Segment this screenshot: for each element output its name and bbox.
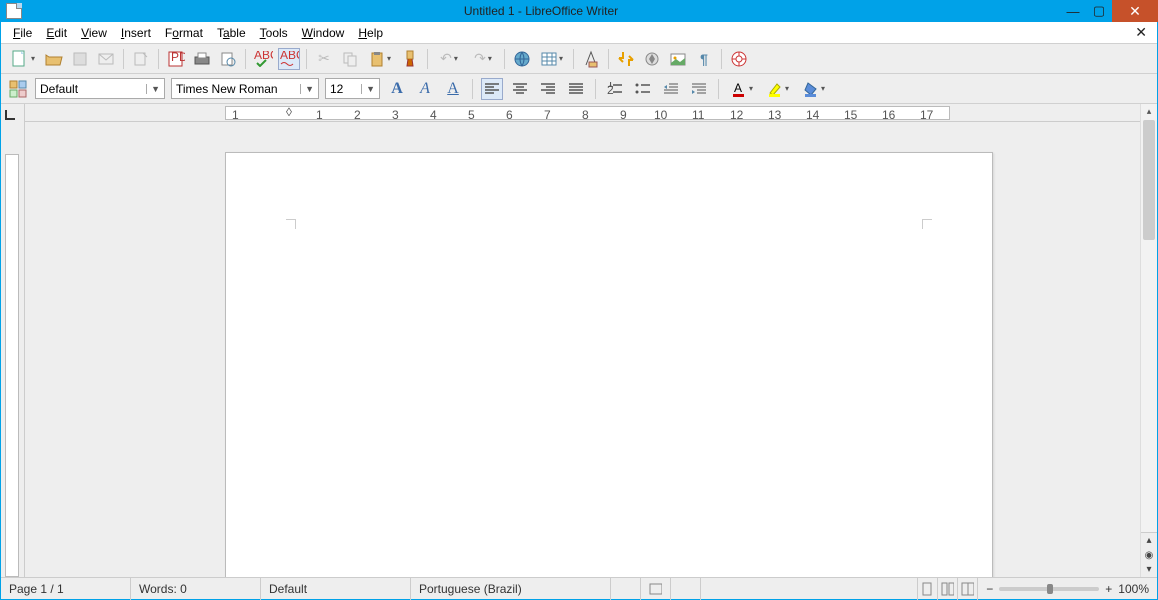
format-paintbrush-button[interactable] — [399, 48, 421, 70]
copy-button[interactable] — [339, 48, 361, 70]
zoom-in-button[interactable]: + — [1105, 582, 1112, 596]
menu-tools[interactable]: Tools — [254, 23, 294, 43]
horizontal-ruler[interactable]: 1 ◊ 1 2 3 4 5 6 7 8 9 10 11 12 1 — [25, 104, 1140, 122]
align-center-button[interactable] — [509, 78, 531, 100]
view-book-button[interactable] — [958, 578, 978, 600]
window-title: Untitled 1 - LibreOffice Writer — [22, 4, 1060, 18]
background-color-button[interactable]: ▾ — [799, 78, 829, 100]
scrollbar-thumb[interactable] — [1143, 120, 1155, 240]
margin-marker-icon — [922, 219, 932, 229]
font-name-value: Times New Roman — [176, 82, 278, 96]
export-pdf-button[interactable]: PDF — [165, 48, 187, 70]
decrease-indent-button[interactable] — [660, 78, 682, 100]
menu-help[interactable]: Help — [352, 23, 389, 43]
bold-button[interactable]: A — [386, 78, 408, 100]
svg-text:ABC: ABC — [280, 51, 299, 62]
find-replace-button[interactable] — [615, 48, 637, 70]
hyperlink-button[interactable] — [511, 48, 533, 70]
paragraph-style-combo[interactable]: Default▼ — [35, 78, 165, 99]
auto-spellcheck-button[interactable]: ABC — [278, 48, 300, 70]
new-button[interactable]: ▾ — [7, 48, 39, 70]
navigator-button[interactable] — [641, 48, 663, 70]
status-words[interactable]: Words: 0 — [131, 578, 261, 600]
status-page[interactable]: Page 1 / 1 — [1, 578, 131, 600]
menu-edit[interactable]: Edit — [40, 23, 73, 43]
menu-table[interactable]: Table — [211, 23, 252, 43]
font-color-button[interactable]: A▾ — [727, 78, 757, 100]
numbered-list-button[interactable]: 12 — [604, 78, 626, 100]
redo-button[interactable]: ↷▾ — [468, 48, 498, 70]
menu-format[interactable]: Format — [159, 23, 209, 43]
view-single-page-button[interactable] — [918, 578, 938, 600]
titlebar: Untitled 1 - LibreOffice Writer — ▢ ✕ — [0, 0, 1158, 22]
margin-marker-icon — [286, 219, 296, 229]
align-justify-button[interactable] — [565, 78, 587, 100]
tab-marker-icon — [5, 110, 15, 120]
show-draw-functions-button[interactable] — [580, 48, 602, 70]
menu-view[interactable]: View — [75, 23, 113, 43]
menu-insert[interactable]: Insert — [115, 23, 157, 43]
highlight-button[interactable]: ▾ — [763, 78, 793, 100]
view-multi-page-button[interactable] — [938, 578, 958, 600]
scroll-up-icon[interactable]: ▴ — [1141, 104, 1157, 119]
status-insert-mode[interactable] — [611, 578, 641, 600]
zoom-value[interactable]: 100% — [1118, 582, 1149, 596]
italic-button[interactable]: A — [414, 78, 436, 100]
status-empty — [701, 578, 918, 600]
spellcheck-button[interactable]: ABC — [252, 48, 274, 70]
vertical-ruler[interactable] — [1, 104, 25, 577]
navigation-button[interactable]: ◉ — [1145, 548, 1154, 563]
svg-text:A: A — [734, 81, 742, 95]
styles-button[interactable] — [7, 78, 29, 100]
menubar: File Edit View Insert Format Table Tools… — [1, 22, 1157, 44]
align-left-button[interactable] — [481, 78, 503, 100]
page[interactable] — [225, 152, 993, 577]
statusbar: Page 1 / 1 Words: 0 Default Portuguese (… — [1, 577, 1157, 599]
bullet-list-button[interactable] — [632, 78, 654, 100]
document-area[interactable] — [25, 122, 1140, 577]
minimize-button[interactable]: — — [1060, 0, 1086, 22]
edit-file-button[interactable] — [130, 48, 152, 70]
vertical-scrollbar[interactable]: ▴ ▴ ◉ ▾ — [1140, 104, 1157, 577]
align-right-button[interactable] — [537, 78, 559, 100]
menu-window[interactable]: Window — [296, 23, 351, 43]
status-page-style[interactable]: Default — [261, 578, 411, 600]
font-size-combo[interactable]: 12▼ — [325, 78, 380, 99]
menu-file[interactable]: File — [7, 23, 38, 43]
svg-text:2: 2 — [607, 83, 614, 96]
prev-page-button[interactable]: ▴ — [1146, 533, 1151, 548]
zoom-out-button[interactable]: − — [986, 582, 993, 596]
email-button[interactable] — [95, 48, 117, 70]
print-preview-button[interactable] — [217, 48, 239, 70]
increase-indent-button[interactable] — [688, 78, 710, 100]
paste-button[interactable]: ▾ — [365, 48, 395, 70]
table-button[interactable]: ▾ — [537, 48, 567, 70]
svg-text:PDF: PDF — [171, 50, 185, 64]
close-document-button[interactable]: ✕ — [1131, 24, 1151, 41]
close-button[interactable]: ✕ — [1112, 0, 1158, 22]
underline-button[interactable]: A — [442, 78, 464, 100]
status-selection-mode[interactable] — [641, 578, 671, 600]
cut-button[interactable]: ✂ — [313, 48, 335, 70]
zoom-slider[interactable] — [999, 587, 1099, 591]
gallery-button[interactable] — [667, 48, 689, 70]
status-signature[interactable] — [671, 578, 701, 600]
next-page-button[interactable]: ▾ — [1146, 562, 1151, 577]
paragraph-style-value: Default — [40, 82, 78, 96]
help-button[interactable] — [728, 48, 750, 70]
svg-text:ABC: ABC — [254, 51, 273, 62]
nonprinting-chars-button[interactable]: ¶ — [693, 48, 715, 70]
open-button[interactable] — [43, 48, 65, 70]
print-button[interactable] — [191, 48, 213, 70]
font-name-combo[interactable]: Times New Roman▼ — [171, 78, 319, 99]
save-button[interactable] — [69, 48, 91, 70]
font-size-value: 12 — [330, 82, 343, 96]
document-icon — [6, 3, 22, 19]
maximize-button[interactable]: ▢ — [1086, 0, 1112, 22]
undo-button[interactable]: ↶▾ — [434, 48, 464, 70]
status-language[interactable]: Portuguese (Brazil) — [411, 578, 611, 600]
formatting-toolbar: Default▼ Times New Roman▼ 12▼ A A A 12 A… — [1, 74, 1157, 104]
standard-toolbar: ▾ PDF ABC ABC ✂ ▾ ↶▾ ↷▾ ▾ — [1, 44, 1157, 74]
